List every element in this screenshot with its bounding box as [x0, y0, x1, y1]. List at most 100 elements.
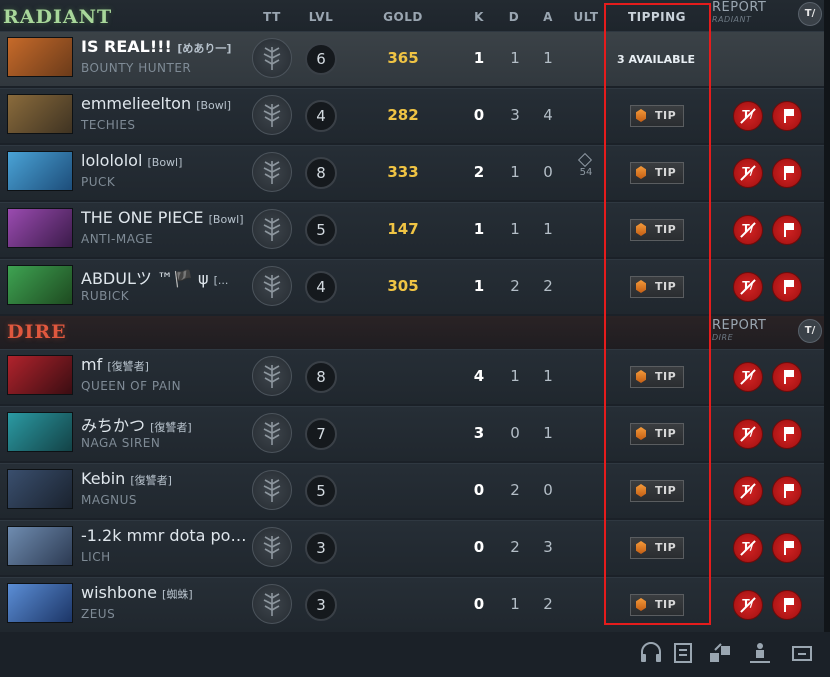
- minimize-icon[interactable]: [789, 640, 815, 666]
- assists-value: 0: [543, 163, 553, 181]
- talent-tree-icon[interactable]: [252, 527, 292, 567]
- hero-portrait[interactable]: [7, 526, 73, 566]
- mute-all-radiant-button[interactable]: T/: [798, 2, 822, 26]
- tip-button[interactable]: TIP: [630, 276, 684, 298]
- deaths-value: 2: [510, 481, 520, 499]
- hero-name: BOUNTY HUNTER: [81, 61, 192, 75]
- hero-portrait[interactable]: [7, 583, 73, 623]
- scoreboard-icon[interactable]: [671, 640, 697, 666]
- tip-button[interactable]: TIP: [630, 162, 684, 184]
- mute-player-button[interactable]: T/: [733, 590, 763, 620]
- player-name[interactable]: IS REAL!!! [めあり一]: [81, 37, 231, 56]
- unit-control-icon[interactable]: [747, 640, 773, 666]
- mute-player-button[interactable]: T/: [733, 419, 763, 449]
- assists-value: 1: [543, 49, 553, 67]
- mute-player-button[interactable]: T/: [733, 272, 763, 302]
- talent-tree-icon[interactable]: [252, 413, 292, 453]
- report-player-button[interactable]: [772, 533, 802, 563]
- col-assists: A: [543, 10, 553, 24]
- report-player-button[interactable]: [772, 158, 802, 188]
- hero-portrait[interactable]: [7, 469, 73, 509]
- guild-tag: [Bowl]: [147, 156, 183, 169]
- tip-button[interactable]: TIP: [630, 537, 684, 559]
- share-items-icon[interactable]: [707, 640, 733, 666]
- hero-portrait[interactable]: [7, 94, 73, 134]
- kills-value: 1: [473, 277, 485, 295]
- player-name[interactable]: lolololol [Bowl]: [81, 151, 182, 170]
- hero-portrait[interactable]: [7, 355, 73, 395]
- tip-button[interactable]: TIP: [630, 219, 684, 241]
- guild-tag: [めあり一]: [177, 42, 232, 55]
- kills-value: 0: [473, 595, 485, 613]
- player-name[interactable]: みちかつ [復讐者]: [81, 412, 192, 436]
- net-worth: 333: [387, 163, 419, 181]
- hero-portrait[interactable]: [7, 37, 73, 77]
- talent-tree-icon[interactable]: [252, 356, 292, 396]
- hero-name: ANTI-MAGE: [81, 232, 154, 246]
- talent-tree-icon[interactable]: [252, 95, 292, 135]
- hero-portrait[interactable]: [7, 208, 73, 248]
- report-player-button[interactable]: [772, 362, 802, 392]
- hero-level: 5: [305, 214, 337, 246]
- col-deaths: D: [508, 10, 520, 24]
- hero-name: MAGNUS: [81, 493, 138, 507]
- report-player-button[interactable]: [772, 272, 802, 302]
- tip-button[interactable]: TIP: [630, 423, 684, 445]
- report-player-button[interactable]: [772, 215, 802, 245]
- kills-value: 0: [473, 538, 485, 556]
- mute-player-button[interactable]: T/: [733, 158, 763, 188]
- talent-tree-icon[interactable]: [252, 584, 292, 624]
- hero-portrait[interactable]: [7, 412, 73, 452]
- tip-button[interactable]: TIP: [630, 594, 684, 616]
- tip-icon: [636, 223, 646, 236]
- player-name[interactable]: THE ONE PIECE [Bowl]: [81, 208, 244, 227]
- player-name[interactable]: wishbone [蜘蛛]: [81, 583, 193, 602]
- hero-portrait[interactable]: [7, 265, 73, 305]
- report-player-button[interactable]: [772, 590, 802, 620]
- guild-tag: [復讐者]: [150, 421, 192, 434]
- right-edge-strip: [824, 0, 830, 632]
- deaths-value: 3: [510, 106, 520, 124]
- player-name[interactable]: emmelieelton [Bowl]: [81, 94, 231, 113]
- radiant-report-label: REPORT: [712, 0, 767, 15]
- guild-tag: [復讐者]: [130, 474, 172, 487]
- player-name[interactable]: ABDULツ ™🏴 ψ [...: [81, 265, 228, 289]
- player-name[interactable]: mf [復讐者]: [81, 355, 149, 374]
- headset-icon[interactable]: [638, 640, 664, 666]
- col-lvl: LVL: [308, 10, 334, 24]
- tip-icon: [636, 280, 646, 293]
- tip-button[interactable]: TIP: [630, 480, 684, 502]
- player-name[interactable]: Kebin [復讐者]: [81, 469, 172, 488]
- talent-tree-icon[interactable]: [252, 152, 292, 192]
- mute-player-button[interactable]: T/: [733, 476, 763, 506]
- player-row: みちかつ [復讐者] NAGA SIREN 7 3 0 1 TIP T/: [0, 406, 830, 461]
- talent-tree-icon[interactable]: [252, 38, 292, 78]
- mute-player-button[interactable]: T/: [733, 362, 763, 392]
- mute-player-button[interactable]: T/: [733, 533, 763, 563]
- tip-icon: [636, 109, 646, 122]
- hero-portrait[interactable]: [7, 151, 73, 191]
- report-player-button[interactable]: [772, 419, 802, 449]
- player-row: -1.2k mmr dota po… LICH 3 0 2 3 TIP T/: [0, 520, 830, 575]
- tip-button[interactable]: TIP: [630, 105, 684, 127]
- talent-tree-icon[interactable]: [252, 266, 292, 306]
- assists-value: 1: [543, 424, 553, 442]
- col-gold: GOLD: [383, 10, 423, 24]
- dire-report-label: REPORT: [712, 318, 767, 333]
- deaths-value: 2: [510, 538, 520, 556]
- tip-icon: [636, 370, 646, 383]
- player-name[interactable]: -1.2k mmr dota po…: [81, 526, 246, 545]
- talent-tree-icon[interactable]: [252, 209, 292, 249]
- mute-player-button[interactable]: T/: [733, 215, 763, 245]
- report-player-button[interactable]: [772, 101, 802, 131]
- report-player-button[interactable]: [772, 476, 802, 506]
- kills-value: 0: [473, 106, 485, 124]
- kills-value: 0: [473, 481, 485, 499]
- tip-button[interactable]: TIP: [630, 366, 684, 388]
- tip-icon: [636, 484, 646, 497]
- dire-title: DIRE: [7, 321, 67, 343]
- deaths-value: 1: [510, 163, 520, 181]
- mute-player-button[interactable]: T/: [733, 101, 763, 131]
- mute-all-dire-button[interactable]: T/: [798, 319, 822, 343]
- talent-tree-icon[interactable]: [252, 470, 292, 510]
